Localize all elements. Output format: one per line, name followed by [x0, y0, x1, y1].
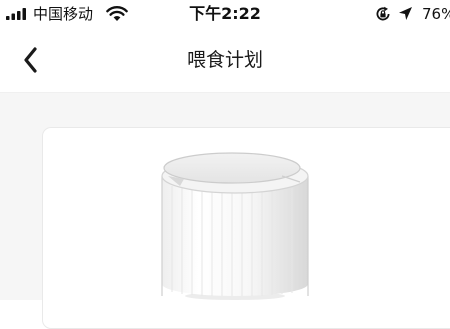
navigation-bar: 喂食计划 [0, 30, 450, 92]
location-arrow-icon [399, 7, 412, 20]
status-bar: 中国移动 下午2:22 76% [0, 0, 450, 30]
pet-feeder-image [161, 152, 309, 300]
page-title: 喂食计划 [186, 49, 263, 71]
battery-percentage: 76% [422, 5, 450, 23]
rotation-lock-icon [376, 6, 390, 21]
